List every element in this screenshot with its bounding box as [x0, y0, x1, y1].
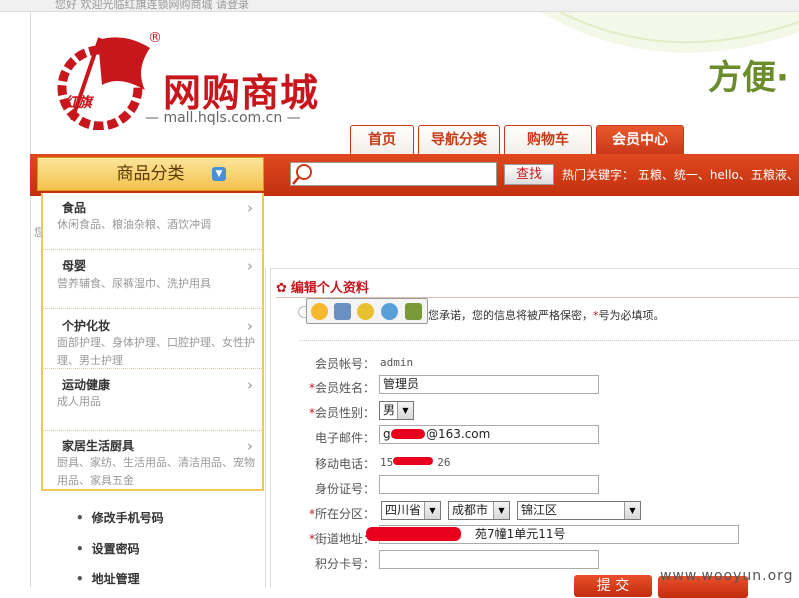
hongqi-logo-icon [57, 37, 150, 130]
panel-border-left [270, 268, 271, 588]
category-subitems[interactable]: 营养辅食、尿裤湿巾、洗护用具 [57, 275, 257, 293]
name-label: *会员姓名： [308, 381, 375, 395]
search-input[interactable] [290, 162, 497, 186]
id-number-label: 身份证号： [314, 482, 375, 496]
category-item-baby[interactable]: 母婴 营养辅食、尿裤湿巾、洗护用具 › [43, 250, 262, 309]
browser-addon-toolbar [306, 298, 428, 324]
category-menu-label: 商品分类 [116, 164, 185, 184]
form-divider [300, 340, 799, 341]
redaction-mark [366, 527, 461, 541]
tab-home[interactable]: 首页 [350, 125, 414, 155]
category-item-sports-health[interactable]: 运动健康 成人用品 › [43, 369, 262, 431]
smile-icon[interactable] [357, 303, 374, 320]
chevron-right-icon: › [247, 317, 253, 335]
street-label: *街道地址： [308, 532, 375, 546]
save-icon[interactable] [334, 303, 351, 320]
category-dropdown: 食品 休闲食品、粮油杂粮、酒饮冲调 › 母婴 营养辅食、尿裤湿巾、洗护用具 › … [41, 193, 264, 491]
category-subitems[interactable]: 休闲食品、粮油杂粮、酒饮冲调 [57, 216, 257, 234]
category-item-food[interactable]: 食品 休闲食品、粮油杂粮、酒饮冲调 › [43, 193, 262, 250]
chevron-down-icon: ▼ [397, 402, 413, 419]
search-button[interactable]: 查找 [504, 164, 554, 185]
tab-member-center[interactable]: 会员中心 [596, 125, 684, 155]
district-select[interactable]: 锦江区 ▼ [517, 501, 641, 520]
toolbar-handle[interactable] [298, 306, 306, 318]
category-name: 母婴 [62, 259, 87, 273]
privacy-notice: 您承诺，您的信息将被严格保密，*号为必填项。 [428, 309, 665, 322]
section-title: ✿ 编辑个人资料 [276, 281, 369, 296]
sidebar-item-change-phone[interactable]: 修改手机号码 [76, 509, 164, 526]
category-name: 个护化妆 [62, 319, 111, 333]
gender-select[interactable]: 男 ▼ [379, 401, 414, 420]
city-select[interactable]: 成都市 ▼ [448, 501, 510, 520]
phone-label: 移动电话： [314, 457, 375, 471]
category-subitems[interactable]: 厨具、家纺、生活用品、清洁用品、宠物用品、家具五金 [57, 454, 257, 490]
hot-keywords[interactable]: 热门关键字： 五粮、统一、hello、五粮液、 [562, 166, 799, 183]
top-bar-text: 您好 欢迎光临红旗连锁网购商城 请登录 [55, 0, 249, 11]
sidebar-item-address[interactable]: 地址管理 [76, 570, 140, 587]
submit-button[interactable]: 提 交 [574, 575, 652, 597]
chevron-right-icon: › [247, 199, 253, 217]
province-select[interactable]: 四川省 ▼ [381, 501, 441, 520]
edit-icon[interactable] [405, 303, 422, 320]
gear-icon: ✿ [276, 281, 287, 296]
email-label: 电子邮件： [314, 431, 375, 445]
site-url: — mall.hqls.com.cn — [145, 110, 301, 126]
category-item-personal-care[interactable]: 个护化妆 面部护理、身体护理、口腔护理、女性护理、男士护理 › [43, 309, 262, 369]
chevron-right-icon: › [247, 437, 253, 455]
slogan: 方便· [708, 58, 789, 98]
add-icon[interactable] [311, 303, 328, 320]
search-icon [292, 164, 312, 185]
category-item-home-kitchen[interactable]: 家居生活厨具 厨具、家纺、生活用品、清洁用品、宠物用品、家具五金 › [43, 431, 262, 491]
category-name: 食品 [62, 201, 87, 215]
category-name: 运动健康 [62, 378, 111, 392]
tab-cart[interactable]: 购物车 [504, 125, 592, 155]
points-card-label: 积分卡号： [314, 557, 375, 571]
region-label: *所在分区： [308, 507, 375, 521]
chevron-right-icon: › [247, 257, 253, 275]
panel-border [270, 268, 799, 269]
sidebar-item-set-password[interactable]: 设置密码 [76, 540, 140, 557]
chevron-down-icon: ▼ [493, 502, 509, 519]
account-label: 会员帐号： [314, 357, 375, 371]
category-menu-button[interactable]: 商品分类 [37, 157, 264, 191]
site-title: 网购商城 [163, 70, 320, 115]
chevron-down-icon: ▼ [624, 502, 640, 519]
category-subitems[interactable]: 成人用品 [57, 393, 257, 411]
chevron-down-icon[interactable]: ▼ [212, 167, 226, 181]
category-subitems[interactable]: 面部护理、身体护理、口腔护理、女性护理、男士护理 [57, 334, 257, 370]
watermark: www.wooyun.org [660, 568, 794, 584]
top-bar: 您好 欢迎光临红旗连锁网购商城 请登录 [0, 0, 799, 12]
registered-mark: ® [148, 30, 162, 46]
name-field[interactable]: 管理员 [379, 375, 599, 394]
user-icon[interactable] [381, 303, 398, 320]
redaction-mark [391, 429, 425, 439]
category-name: 家居生活厨具 [62, 439, 135, 453]
gender-label: *会员性别： [308, 406, 375, 420]
chevron-down-icon: ▼ [424, 502, 440, 519]
chevron-right-icon: › [247, 376, 253, 394]
logo-text: 红旗 [64, 95, 92, 111]
account-value: admin [380, 356, 414, 369]
id-number-field[interactable] [379, 475, 599, 494]
points-card-field[interactable] [379, 550, 599, 569]
redaction-mark [393, 457, 433, 465]
tab-nav-categories[interactable]: 导航分类 [418, 125, 500, 155]
